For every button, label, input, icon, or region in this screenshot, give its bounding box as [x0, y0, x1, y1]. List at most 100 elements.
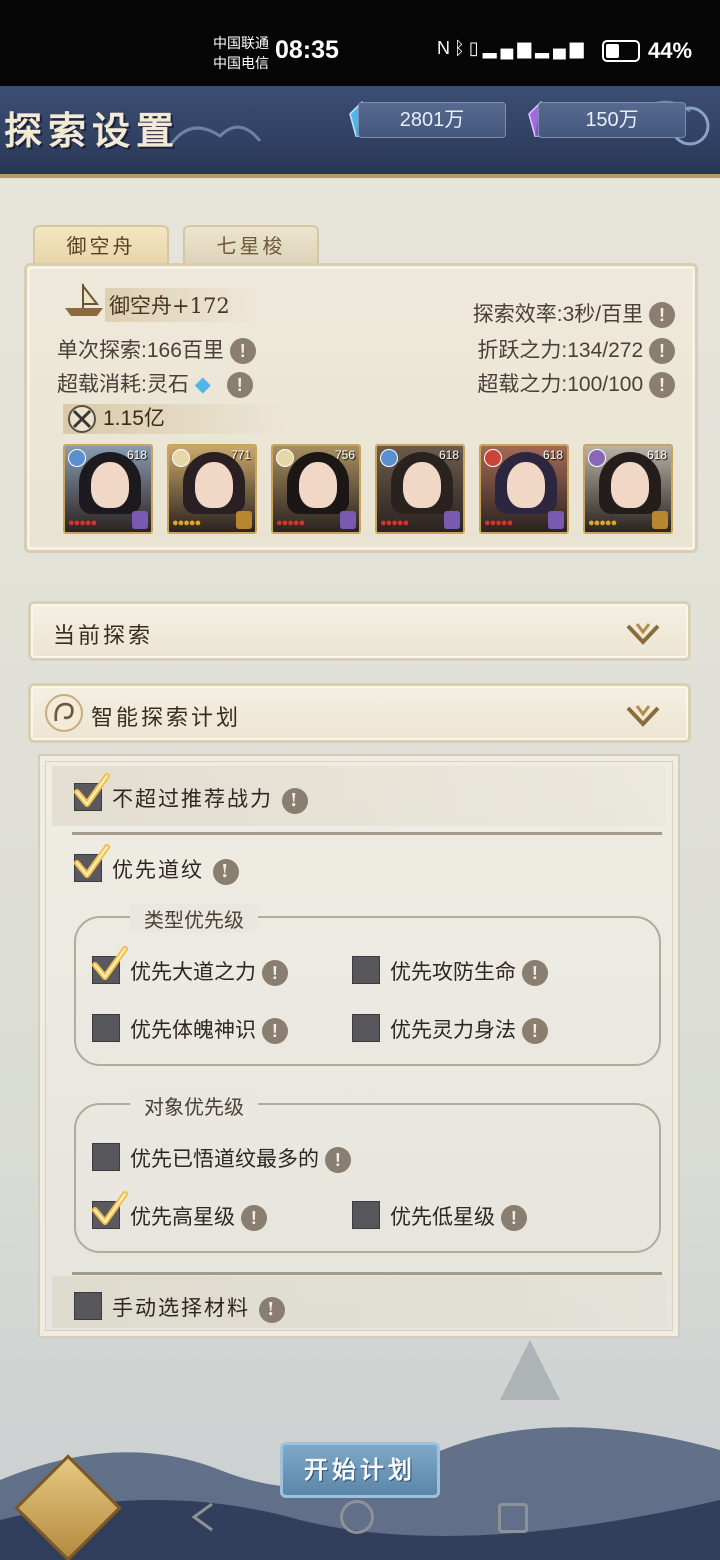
info-icon[interactable]: !: [261, 960, 288, 987]
status-icons: Nᛒ▯▂▄▆▂▄▆: [437, 38, 588, 59]
info-icon[interactable]: !: [226, 372, 253, 399]
hero-card[interactable]: 618 ●●●●●: [63, 444, 153, 534]
rank-badge-icon: [548, 511, 564, 529]
prefer-body-checkbox[interactable]: [92, 1014, 120, 1042]
prefer-low-star-checkbox[interactable]: [352, 1201, 380, 1229]
prefer-high-star-option[interactable]: 优先高星级 !: [130, 1201, 267, 1232]
nav-back-icon[interactable]: [190, 1502, 216, 1532]
info-icon[interactable]: !: [229, 338, 256, 365]
tab-qixingsuo[interactable]: 七星梭: [183, 225, 319, 267]
info-icon[interactable]: !: [500, 1205, 527, 1232]
prefer-body-label: 优先体魄神识: [130, 1019, 256, 1042]
info-icon[interactable]: !: [258, 1296, 285, 1323]
info-icon[interactable]: !: [281, 787, 308, 814]
prefer-spirit-option[interactable]: 优先灵力身法 !: [390, 1014, 548, 1045]
hero-card[interactable]: 618 ●●●●●: [583, 444, 673, 534]
jump-power-text: 折跃之力:134/272: [477, 339, 644, 362]
manual-select-option[interactable]: 手动选择材料 !: [112, 1292, 285, 1323]
current-explore-bar[interactable]: 当前探索: [28, 601, 691, 661]
battery-icon: [602, 40, 640, 62]
prefer-atk-def-checkbox[interactable]: [352, 956, 380, 984]
spirit-stone-counter: 2801万: [358, 102, 506, 138]
element-icon: [380, 449, 398, 467]
prefer-pattern-label: 优先道纹: [112, 858, 204, 882]
header-bar: 探索设置 2801万 150万: [0, 86, 720, 178]
plan-swirl-icon: [45, 694, 83, 732]
hero-level: 618: [542, 448, 563, 462]
no-exceed-label: 不超过推荐战力: [112, 787, 273, 811]
hero-portrait: [403, 462, 441, 508]
carrier-1: 中国联通: [213, 35, 269, 51]
no-exceed-option[interactable]: 不超过推荐战力 !: [112, 783, 308, 814]
star-rating-icon: ●●●●●: [68, 517, 97, 529]
prefer-dao-option[interactable]: 优先大道之力 !: [130, 956, 288, 987]
info-icon[interactable]: !: [521, 960, 548, 987]
info-icon[interactable]: !: [649, 338, 675, 365]
nav-recent-icon[interactable]: [498, 1503, 528, 1533]
hero-card[interactable]: 618 ●●●●●: [375, 444, 465, 534]
5g-signal-icon: ▂▄▆: [482, 38, 536, 58]
prefer-spirit-checkbox[interactable]: [352, 1014, 380, 1042]
info-icon[interactable]: !: [649, 302, 675, 329]
chevron-down-icon[interactable]: [626, 620, 660, 646]
prefer-most-pattern-option[interactable]: 优先已悟道纹最多的 !: [130, 1143, 351, 1174]
no-exceed-checkbox[interactable]: [74, 773, 110, 811]
prefer-high-star-checkbox[interactable]: [92, 1191, 128, 1229]
efficiency-text: 探索效率:3秒/百里: [472, 303, 644, 326]
overload-cost-stat: 超载消耗:灵石 ◆ !: [57, 368, 253, 399]
prefer-pattern-checkbox[interactable]: [74, 844, 110, 882]
hero-portrait: [507, 462, 545, 508]
prefer-atk-def-label: 优先攻防生命: [390, 961, 516, 984]
prefer-body-option[interactable]: 优先体魄神识 !: [130, 1014, 288, 1045]
rank-badge-icon: [444, 511, 460, 529]
spirit-stone-value: 2801万: [399, 109, 465, 131]
nav-home-icon[interactable]: [340, 1500, 374, 1534]
page-title: 探索设置: [4, 108, 181, 153]
carrier-names: 中国联通 中国电信: [213, 33, 269, 73]
combat-power-value: 1.15亿: [103, 407, 165, 430]
smart-plan-bar[interactable]: 智能探索计划: [28, 683, 691, 743]
carrier-2: 中国电信: [213, 55, 269, 71]
rank-badge-icon: [236, 511, 252, 529]
prefer-low-star-option[interactable]: 优先低星级 !: [390, 1201, 527, 1232]
start-plan-button[interactable]: 开始计划: [280, 1442, 440, 1498]
element-icon: [588, 449, 606, 467]
info-icon[interactable]: !: [212, 858, 239, 885]
nfc-icon: N: [437, 38, 454, 58]
chevron-down-icon[interactable]: [626, 702, 660, 728]
hero-card[interactable]: 618 ●●●●●: [479, 444, 569, 534]
divider: [72, 1272, 662, 1275]
hero-level: 618: [126, 448, 147, 462]
prefer-atk-def-option[interactable]: 优先攻防生命 !: [390, 956, 548, 987]
prefer-most-pattern-checkbox[interactable]: [92, 1143, 120, 1171]
vibrate-icon: ▯: [468, 38, 483, 58]
hero-card[interactable]: 771 ●●●●●: [167, 444, 257, 534]
checkmark-icon: [74, 844, 110, 878]
info-icon[interactable]: !: [649, 372, 675, 399]
info-icon[interactable]: !: [261, 1018, 288, 1045]
checkmark-icon: [92, 946, 128, 980]
ship-name: 御空舟+172: [105, 288, 260, 322]
hero-level: 756: [334, 448, 355, 462]
overload-power-stat: 超载之力:100/100 !: [477, 368, 675, 399]
manual-select-checkbox[interactable]: [74, 1292, 102, 1320]
tab-yukongzhou[interactable]: 御空舟: [33, 225, 169, 267]
spirit-stone-icon: ◆: [194, 373, 211, 396]
prefer-low-star-label: 优先低星级: [390, 1206, 495, 1229]
prefer-dao-label: 优先大道之力: [130, 961, 256, 984]
info-icon[interactable]: !: [240, 1205, 267, 1232]
type-priority-title: 类型优先级: [130, 904, 258, 933]
efficiency-stat: 探索效率:3秒/百里 !: [472, 298, 675, 329]
hero-card[interactable]: 756 ●●●●●: [271, 444, 361, 534]
bluetooth-icon: ᛒ: [454, 38, 469, 58]
element-icon: [276, 449, 294, 467]
current-explore-label: 当前探索: [53, 624, 154, 649]
battery-percent: 44%: [648, 38, 693, 63]
info-icon[interactable]: !: [324, 1147, 351, 1174]
clock: 08:35: [275, 36, 339, 64]
checkmark-icon: [74, 773, 110, 807]
smart-plan-label: 智能探索计划: [91, 706, 242, 731]
prefer-dao-checkbox[interactable]: [92, 946, 128, 984]
prefer-pattern-option[interactable]: 优先道纹 !: [112, 854, 239, 885]
info-icon[interactable]: !: [521, 1018, 548, 1045]
